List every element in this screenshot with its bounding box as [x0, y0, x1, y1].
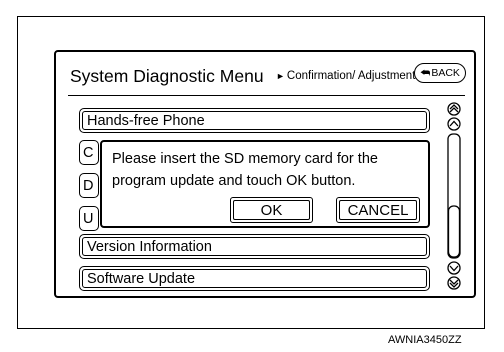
- ok-button-label: OK: [260, 201, 283, 219]
- breadcrumb: ► Confirmation/ Adjustment: [276, 70, 415, 82]
- back-arrow-icon: ⮪: [420, 66, 431, 79]
- menu-item-label: Software Update: [87, 271, 196, 287]
- up-icon[interactable]: [447, 117, 461, 131]
- scrollbar[interactable]: [440, 102, 468, 298]
- display-screen: System Diagnostic Menu ► Confirmation/ Ad…: [54, 50, 476, 298]
- down-icon[interactable]: [447, 261, 461, 275]
- header-divider: [68, 95, 465, 96]
- double-down-icon[interactable]: [447, 276, 461, 290]
- breadcrumb-label: Confirmation/ Adjustment: [286, 70, 416, 82]
- menu-item-label: U: [83, 211, 94, 227]
- dialog-message: Please insert the SD memory card for the…: [112, 148, 422, 192]
- scrollbar-thumb[interactable]: [447, 205, 461, 258]
- cancel-button-label: CANCEL: [347, 201, 409, 219]
- menu-item-version-information[interactable]: Version Information: [79, 234, 430, 259]
- header: System Diagnostic Menu ► Confirmation/ Ad…: [56, 52, 474, 100]
- back-button-label: BACK: [431, 67, 460, 79]
- double-up-icon[interactable]: [447, 102, 461, 116]
- menu-item-partial-u[interactable]: U: [79, 206, 99, 231]
- dialog-message-line1: Please insert the SD memory card for the: [112, 151, 378, 167]
- breadcrumb-arrow-icon: ►: [276, 71, 285, 81]
- figure-id: AWNIA3450ZZ: [388, 334, 462, 346]
- ok-button[interactable]: OK: [230, 197, 313, 223]
- menu-item-label: Hands-free Phone: [87, 113, 205, 129]
- dialog-message-line2: program update and touch OK button.: [112, 173, 356, 189]
- back-button[interactable]: ⮪ BACK: [414, 63, 466, 83]
- menu-item-hands-free-phone[interactable]: Hands-free Phone: [79, 108, 430, 133]
- sd-card-dialog: Please insert the SD memory card for the…: [100, 140, 430, 228]
- menu-item-partial-c[interactable]: C: [79, 140, 99, 165]
- menu-item-label: Version Information: [87, 239, 212, 255]
- menu-item-partial-d[interactable]: D: [79, 173, 99, 198]
- cancel-button[interactable]: CANCEL: [336, 197, 420, 223]
- menu-item-label: D: [83, 178, 94, 194]
- menu-item-label: C: [83, 145, 94, 161]
- menu-item-software-update[interactable]: Software Update: [79, 266, 430, 291]
- page-title: System Diagnostic Menu: [70, 66, 264, 86]
